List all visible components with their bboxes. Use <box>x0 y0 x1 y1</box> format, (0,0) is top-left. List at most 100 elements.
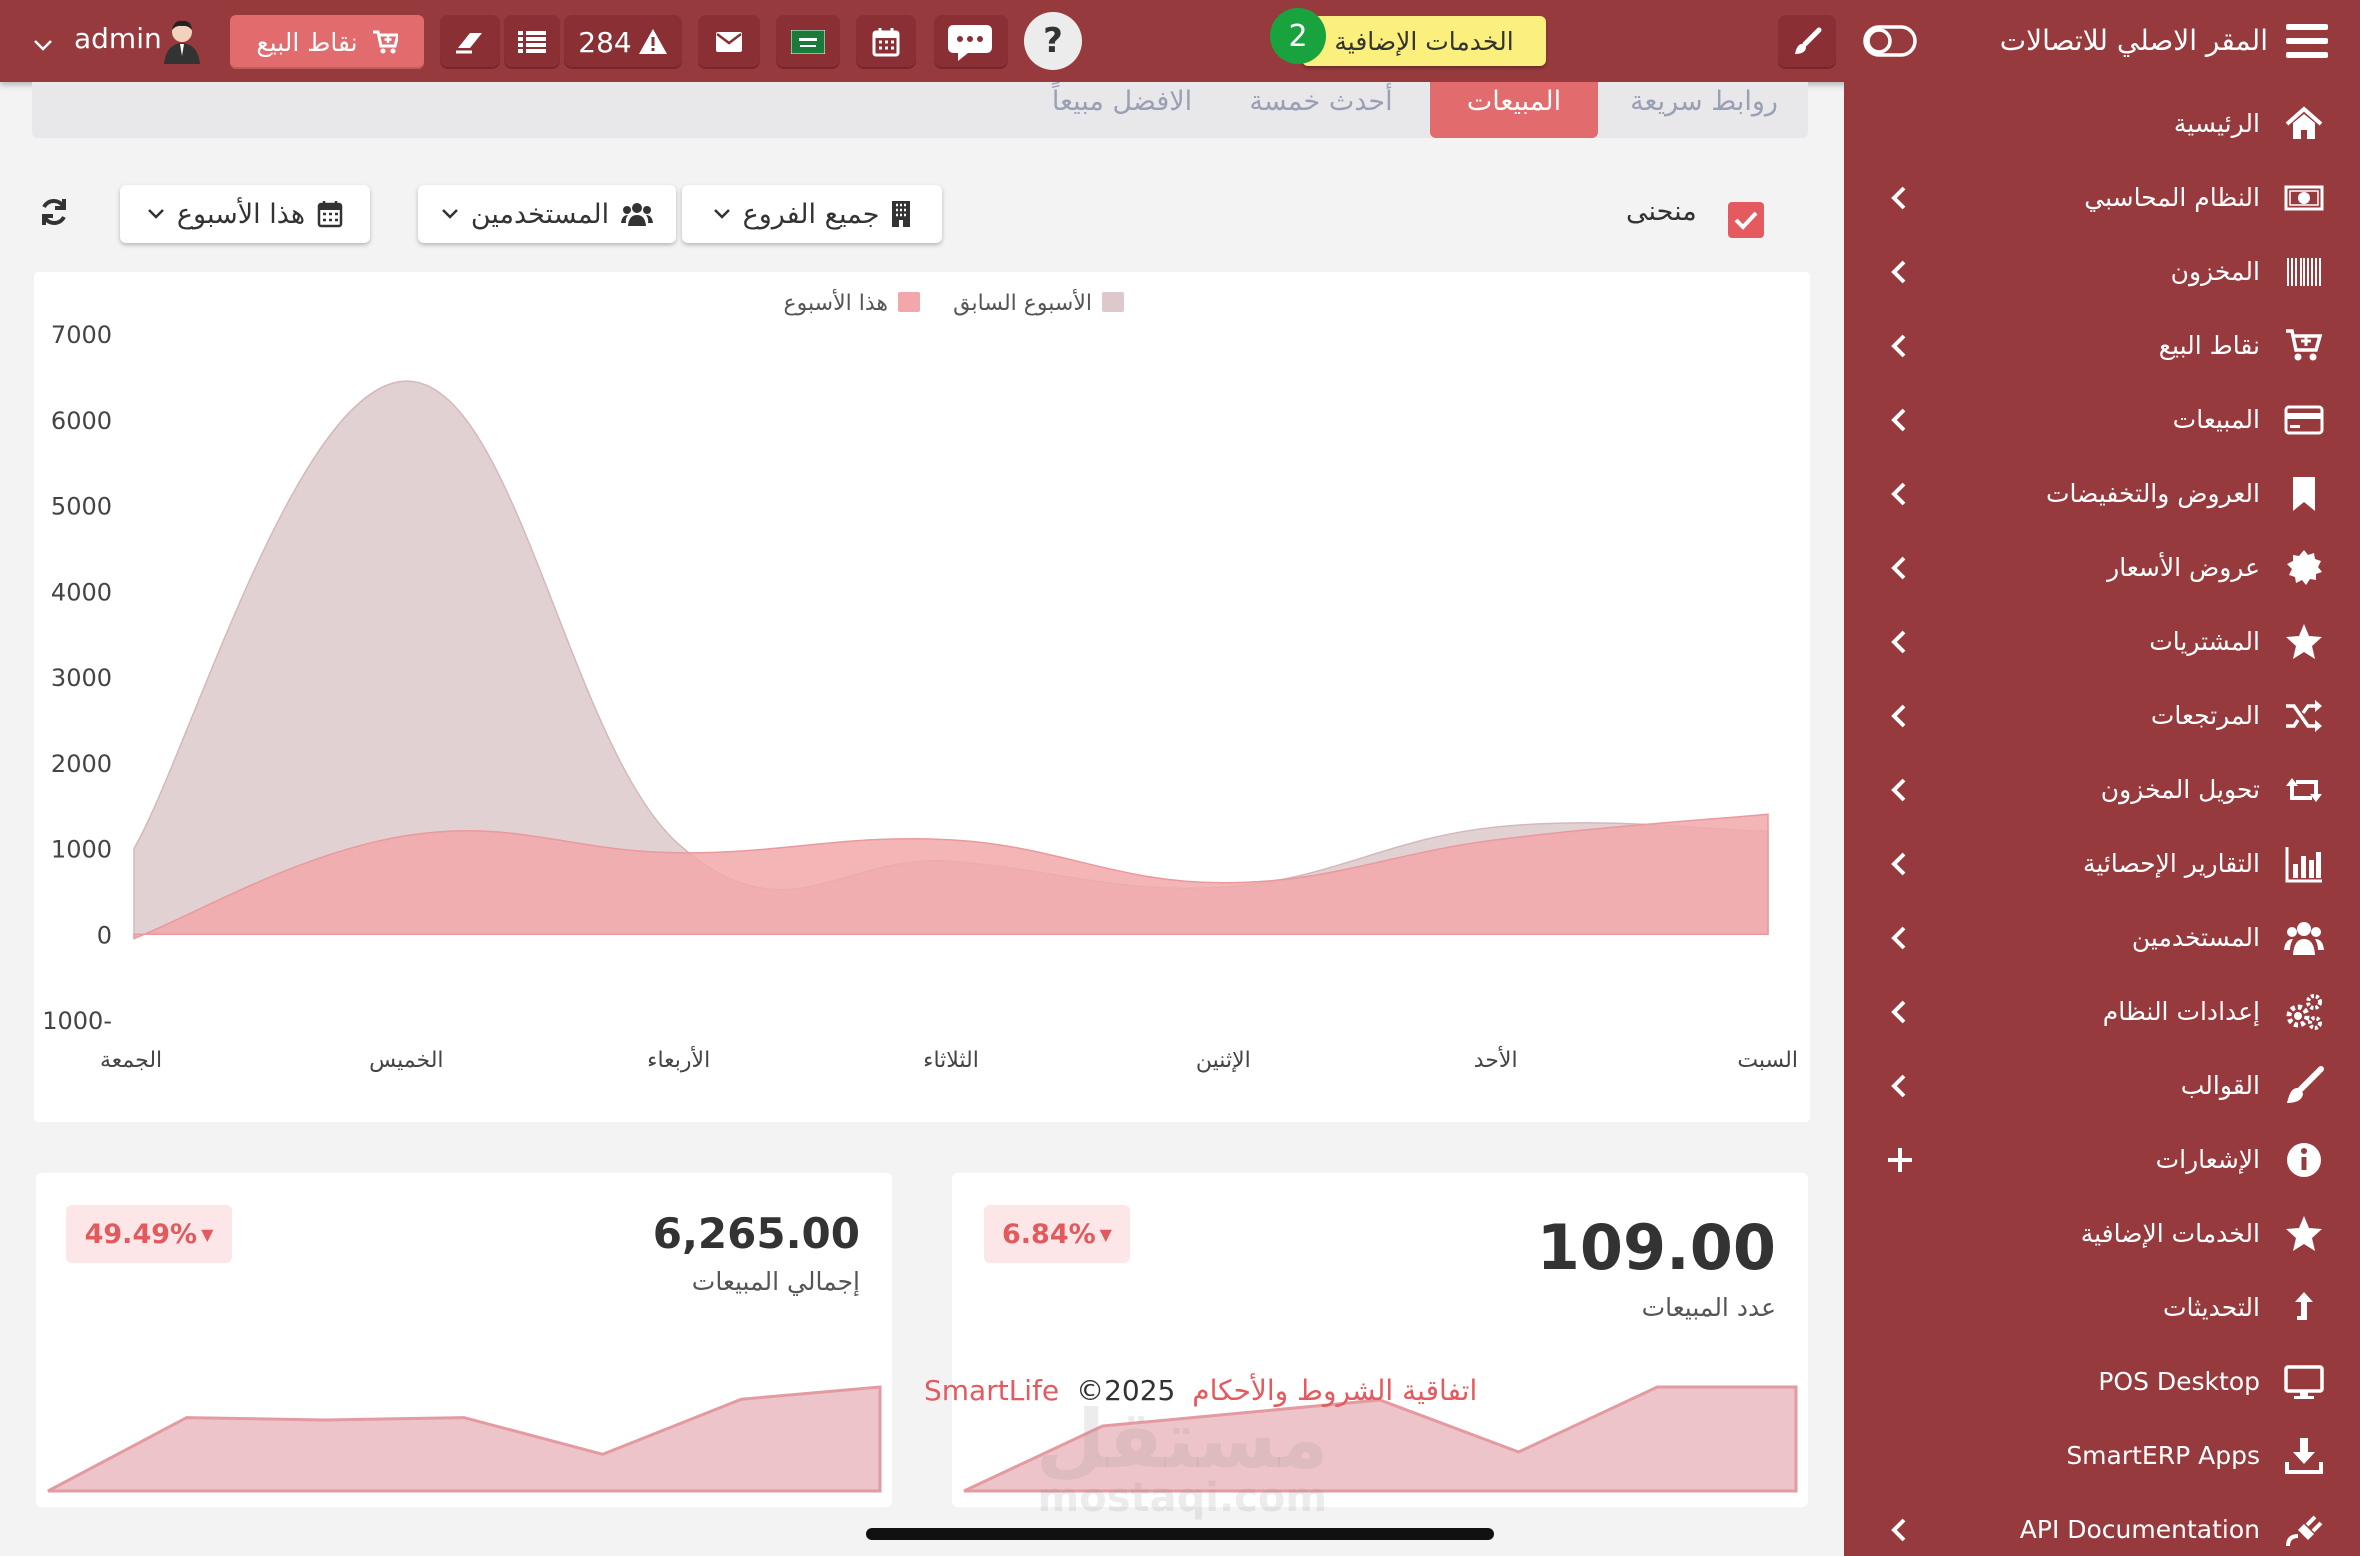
home-icon <box>2284 104 2324 144</box>
sidebar-item-8[interactable]: المشتريات <box>1844 604 2360 678</box>
brand-link[interactable]: SmartLife <box>924 1374 1059 1407</box>
sidebar-item-label: إعدادات النظام <box>2102 997 2260 1026</box>
calendar-icon <box>317 201 343 228</box>
branches-dropdown[interactable]: جميع الفروع <box>682 185 942 243</box>
alerts-button[interactable]: 284 <box>564 15 682 69</box>
chevron-left-icon <box>1884 626 1916 658</box>
sidebar-item-18[interactable]: POS Desktop <box>1844 1344 2360 1418</box>
chevron-left-icon <box>1884 404 1916 436</box>
star-icon <box>2284 1214 2324 1254</box>
sales-count-label: عدد المبيعات <box>1641 1293 1776 1322</box>
y-tick-label: 5000 <box>51 493 112 521</box>
addons-button[interactable]: الخدمات الإضافية <box>1302 16 1546 66</box>
money-icon <box>2284 178 2324 218</box>
help-icon: ? <box>1043 21 1063 61</box>
pos-label: نقاط البيع <box>256 27 358 57</box>
tab-best-selling[interactable]: الافضل مبيعاً <box>1022 82 1222 138</box>
chevron-left-icon <box>1884 848 1916 880</box>
plus-icon <box>1884 1144 1916 1176</box>
chat-button[interactable] <box>934 15 1008 69</box>
sales-count-change-badge: 6.84% ▼ <box>984 1205 1130 1263</box>
theme-toggle-icon[interactable] <box>1862 20 1918 62</box>
y-tick-label: 3000 <box>51 664 112 692</box>
sidebar-item-17[interactable]: التحديثات <box>1844 1270 2360 1344</box>
x-tick-label: الثلاثاء <box>923 1048 979 1073</box>
sidebar-item-3[interactable]: المخزون <box>1844 234 2360 308</box>
sidebar-item-19[interactable]: SmartERP Apps <box>1844 1418 2360 1492</box>
period-dropdown[interactable]: هذا الأسبوع <box>120 185 370 243</box>
legend-swatch <box>1102 292 1124 312</box>
check-icon <box>1734 211 1758 230</box>
sidebar-item-13[interactable]: إعدادات النظام <box>1844 974 2360 1048</box>
info-icon <box>2284 1140 2324 1180</box>
sales-total-change-badge: 49.49% ▼ <box>66 1205 232 1263</box>
addons-count-badge: 2 <box>1270 8 1326 64</box>
sidebar-item-label: القوالب <box>2180 1071 2260 1100</box>
sparkline-area <box>47 1385 882 1493</box>
sidebar-item-6[interactable]: العروض والتخفيضات <box>1844 456 2360 530</box>
y-tick-label: 0 <box>97 921 112 949</box>
tab-latest-five[interactable]: أحدث خمسة <box>1230 82 1412 138</box>
users-dropdown[interactable]: المستخدمين <box>418 185 676 243</box>
chevron-left-icon <box>1884 552 1916 584</box>
sales-area-chart: 7000 6000 5000 4000 3000 2000 1000 0 1000- الجمعة… <box>42 289 1798 1073</box>
chevron-left-icon <box>1884 182 1916 214</box>
avatar <box>164 20 200 64</box>
certificate-icon <box>2284 548 2324 588</box>
bar-chart-icon <box>2284 844 2324 884</box>
tab-quick-links[interactable]: روابط سريعة <box>1616 82 1792 138</box>
user-name: admin <box>74 22 162 55</box>
sidebar-item-9[interactable]: المرتجعات <box>1844 678 2360 752</box>
calendar-button[interactable] <box>856 15 916 69</box>
pos-button[interactable]: نقاط البيع <box>230 15 424 69</box>
sidebar-item-2[interactable]: النظام المحاسبي <box>1844 160 2360 234</box>
sales-total-card: 6,265.00 إجمالي المبيعات 49.49% ▼ <box>36 1173 892 1507</box>
refresh-button[interactable] <box>38 196 74 232</box>
sidebar-item-16[interactable]: الخدمات الإضافية <box>1844 1196 2360 1270</box>
sidebar-item-4[interactable]: نقاط البيع <box>1844 308 2360 382</box>
sidebar-item-7[interactable]: عروض الأسعار <box>1844 530 2360 604</box>
y-tick-label: 2000 <box>51 750 112 778</box>
chevron-left-icon <box>1884 1514 1916 1546</box>
calendar-icon <box>872 28 900 57</box>
sidebar-item-15[interactable]: الإشعارات <box>1844 1122 2360 1196</box>
sidebar-item-label: POS Desktop <box>2098 1367 2260 1396</box>
users-icon <box>2284 918 2324 958</box>
saudi-flag-icon <box>791 30 825 54</box>
refresh-icon <box>42 199 66 225</box>
user-menu[interactable]: admin <box>28 14 204 68</box>
sidebar-item-12[interactable]: المستخدمين <box>1844 900 2360 974</box>
sidebar-item-10[interactable]: تحويل المخزون <box>1844 752 2360 826</box>
chevron-left-icon <box>1884 774 1916 806</box>
language-button[interactable] <box>776 15 840 69</box>
warning-icon <box>638 29 667 54</box>
sidebar-item-label: المرتجعات <box>2150 701 2260 730</box>
users-icon <box>621 203 654 226</box>
messages-button[interactable] <box>698 15 760 69</box>
customize-brush-button[interactable] <box>1778 15 1836 69</box>
hamburger-menu-icon[interactable] <box>2286 22 2328 60</box>
sidebar-item-1[interactable]: الرئيسية <box>1844 86 2360 160</box>
addons-label: الخدمات الإضافية <box>1334 26 1514 56</box>
curve-checkbox[interactable] <box>1728 202 1764 238</box>
sidebar-item-label: API Documentation <box>2019 1515 2260 1544</box>
brush-icon <box>1795 27 1822 54</box>
sidebar-item-label: المخزون <box>2170 257 2260 286</box>
sales-total-label: إجمالي المبيعات <box>691 1267 860 1296</box>
tab-sales[interactable]: المبيعات <box>1430 82 1598 138</box>
list-button[interactable] <box>504 15 560 69</box>
caret-down-icon: ▼ <box>1099 1224 1112 1244</box>
sidebar-item-14[interactable]: القوالب <box>1844 1048 2360 1122</box>
list-icon <box>518 31 546 53</box>
y-tick-label: 1000- <box>42 1007 112 1035</box>
app-title[interactable]: المقر الاصلي للاتصالات <box>2000 20 2268 62</box>
help-button[interactable]: ? <box>1024 12 1082 70</box>
sidebar-item-20[interactable]: API Documentation <box>1844 1492 2360 1556</box>
sidebar-item-11[interactable]: التقارير الإحصائية <box>1844 826 2360 900</box>
x-tick-label: الأحد <box>1474 1046 1518 1073</box>
clear-cache-button[interactable] <box>440 15 500 69</box>
cogs-icon <box>2284 992 2324 1032</box>
sidebar-item-5[interactable]: المبيعات <box>1844 382 2360 456</box>
barcode-icon <box>2284 252 2324 292</box>
terms-link[interactable]: اتفاقية الشروط والأحكام <box>1192 1374 1477 1407</box>
